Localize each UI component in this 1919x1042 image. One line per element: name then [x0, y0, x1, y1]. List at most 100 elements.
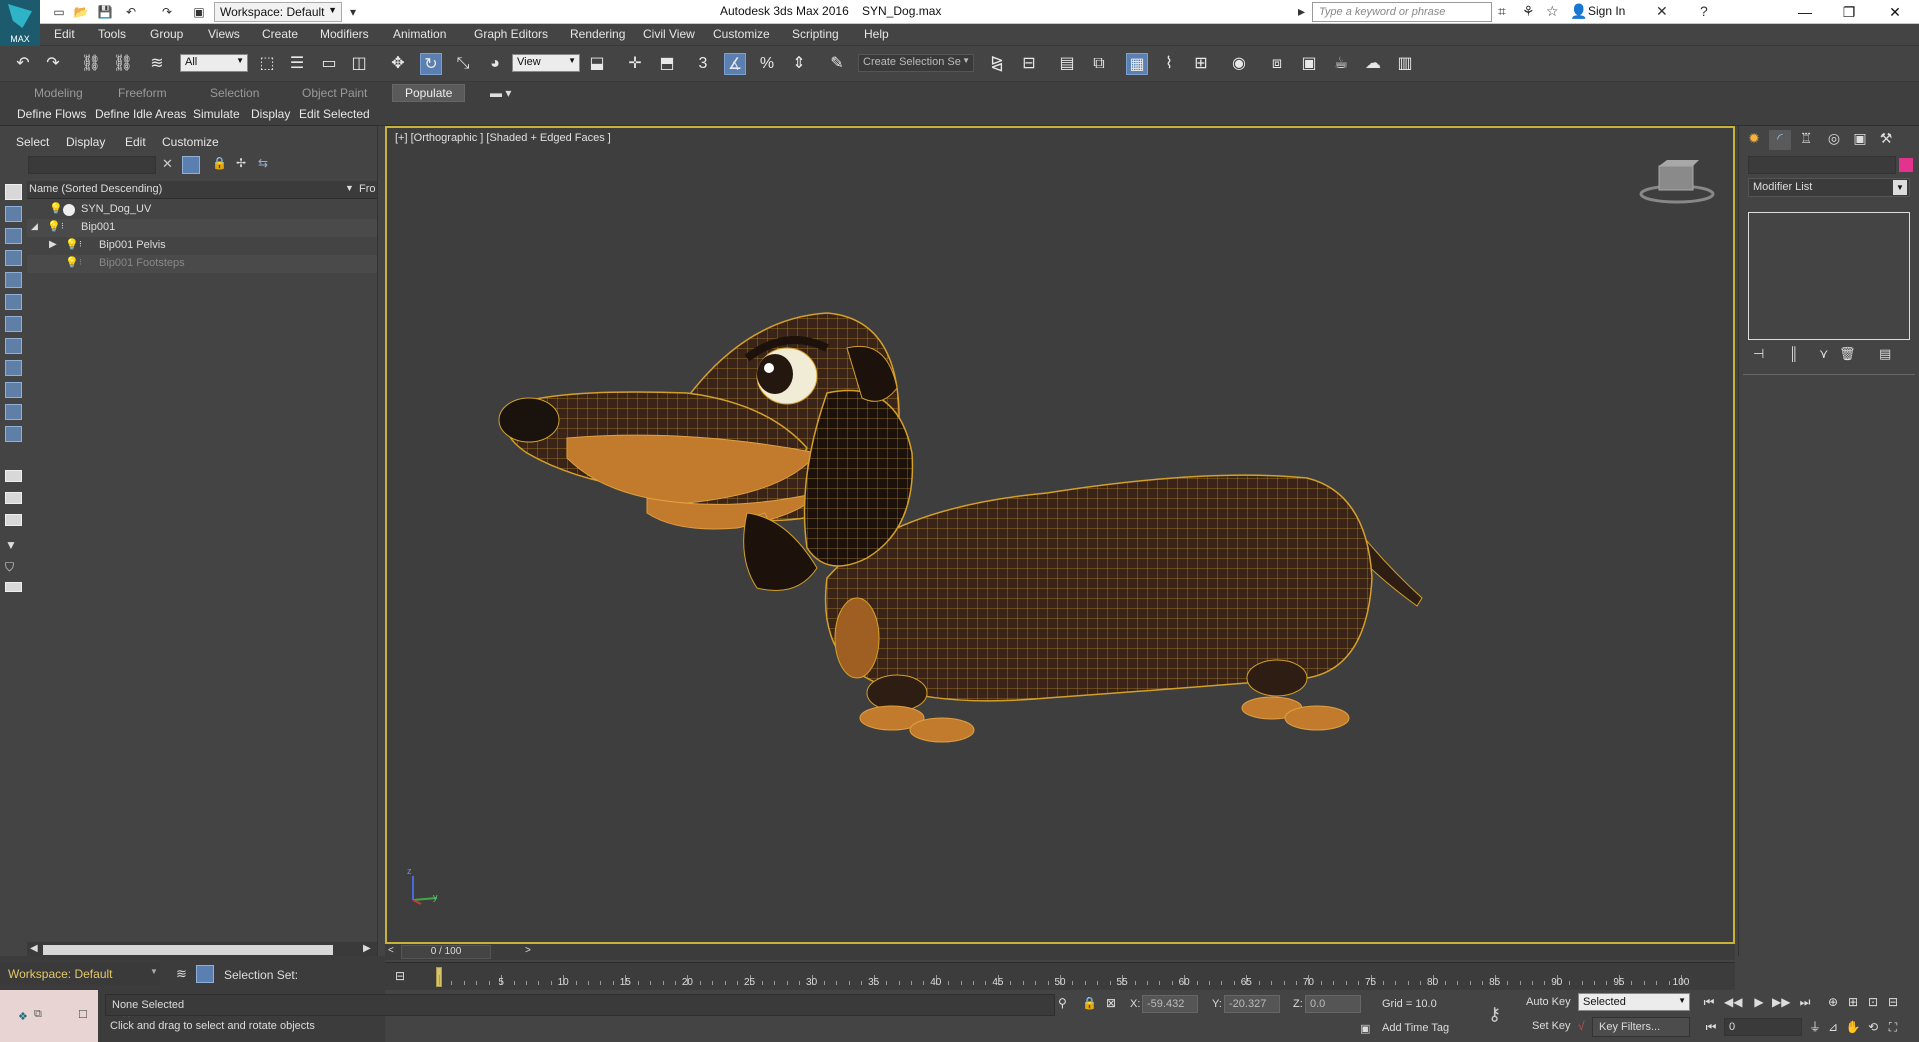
absolute-transform-icon[interactable]: ⊠ [1106, 996, 1116, 1010]
tab-populate[interactable]: Populate [392, 84, 466, 102]
tab-object-paint[interactable]: Object Paint [302, 86, 367, 100]
snaps-toggle-icon[interactable]: 3 [692, 53, 714, 75]
menu-edit[interactable]: Edit [54, 27, 75, 41]
viewport-label-menu[interactable]: [+] [Orthographic ] [Shaded + Edged Face… [395, 132, 611, 144]
app-logo[interactable]: MAX [0, 0, 40, 46]
undo-icon[interactable]: ↶ [12, 53, 34, 75]
explorer-collapse-icon[interactable] [5, 582, 22, 592]
object-color-swatch[interactable] [1899, 158, 1913, 172]
search-expand-icon[interactable]: ▸ [1298, 3, 1305, 20]
define-flows-button[interactable]: Define Flows [14, 106, 89, 122]
modifier-stack[interactable] [1748, 212, 1910, 340]
schematic-view-icon[interactable]: ⊞ [1190, 53, 1212, 75]
help-icon[interactable]: ? [1700, 3, 1708, 19]
explorer-options-icon[interactable]: ⇆ [258, 156, 268, 170]
zoom-extents-all-icon[interactable]: ⊟ [1884, 993, 1902, 1011]
toggle-scene-explorer-icon[interactable]: ▤ [1056, 53, 1078, 75]
tab-freeform[interactable]: Freeform [118, 86, 167, 100]
explorer-menu-edit[interactable]: Edit [125, 135, 146, 149]
sign-in-link[interactable]: Sign In [1588, 4, 1625, 18]
visibility-bulb-icon[interactable]: 💡 [49, 202, 63, 215]
display-helpers-icon[interactable] [5, 272, 22, 288]
explorer-menu-customize[interactable]: Customize [162, 135, 219, 149]
modify-tab-icon[interactable]: ◜ [1769, 130, 1791, 150]
quick-access-menu-icon[interactable]: ▾ [344, 3, 362, 21]
move-icon[interactable]: ✥ [387, 53, 409, 75]
y-coordinate-field[interactable]: -20.327 [1224, 995, 1280, 1013]
pan-view-icon[interactable]: ✋ [1844, 1018, 1862, 1036]
selection-lock-icon[interactable]: 🔒 [1082, 996, 1097, 1010]
pin-stack-icon[interactable]: ⊣ [1753, 346, 1764, 362]
restore-button[interactable]: ❐ [1826, 0, 1872, 24]
expand-arrow-icon[interactable]: ◢ [31, 221, 38, 232]
explorer-menu-display[interactable]: Display [66, 135, 105, 149]
rectangular-selection-icon[interactable]: ▭ [318, 53, 340, 75]
percent-snap-icon[interactable]: % [756, 53, 778, 75]
selection-filter-dropdown[interactable]: All ▼ [180, 54, 248, 72]
workspace-selector[interactable]: Workspace: Default ▼ [0, 963, 160, 985]
render-in-cloud-icon[interactable]: ☁ [1362, 53, 1384, 75]
display-tab-icon[interactable]: ▣ [1849, 130, 1871, 150]
expand-arrow-icon[interactable]: ▶ [49, 239, 57, 250]
menu-create[interactable]: Create [262, 27, 298, 41]
key-mode-toggle-icon[interactable]: ⏮ [1702, 1018, 1720, 1036]
time-slider-prev-icon[interactable]: < [388, 945, 394, 956]
lock-icon[interactable]: 🔒 [212, 156, 227, 170]
keyboard-shortcut-override-icon[interactable]: ⬒ [656, 53, 678, 75]
favorites-star-icon[interactable]: ☆ [1546, 3, 1559, 20]
exchange-apps-icon[interactable]: ✕ [1656, 3, 1668, 20]
rendered-frame-window-icon[interactable]: ▣ [1298, 53, 1320, 75]
zoom-extents-icon[interactable]: ⊡ [1864, 993, 1882, 1011]
workspace-dropdown[interactable]: Workspace: Default ▼ [214, 2, 342, 22]
pivot-center-icon[interactable]: ⬓ [586, 53, 608, 75]
field-of-view-icon[interactable]: ⊿ [1824, 1018, 1842, 1036]
orthographic-viewport[interactable]: [+] [Orthographic ] [Shaded + Edged Face… [385, 126, 1735, 944]
menu-modifiers[interactable]: Modifiers [320, 27, 369, 41]
rotate-icon[interactable]: ↻ [420, 53, 442, 75]
open-file-icon[interactable]: 📂 [72, 3, 90, 21]
new-file-icon[interactable]: ▭ [50, 3, 68, 21]
menu-civil-view[interactable]: Civil View [643, 27, 695, 41]
time-slider-next-icon[interactable]: > [525, 945, 531, 956]
visibility-bulb-icon[interactable]: 💡 [65, 256, 79, 269]
display-frozen-icon[interactable] [5, 404, 22, 420]
utilities-tab-icon[interactable]: ⚒ [1875, 130, 1897, 150]
toggle-ribbon-icon[interactable]: ▦ [1126, 53, 1148, 75]
sync-selection-icon[interactable]: ✢ [236, 156, 246, 170]
angle-snap-icon[interactable]: ∡ [724, 53, 746, 75]
place-icon[interactable]: ◕ [484, 53, 506, 75]
mirror-icon[interactable]: ⧎ [986, 53, 1008, 75]
curve-editor-icon[interactable]: ⌇ [1158, 53, 1180, 75]
edit-named-selection-icon[interactable]: ✎ [826, 53, 848, 75]
display-all-icon[interactable] [5, 470, 22, 482]
set-key-button[interactable]: Set Key [1532, 1020, 1571, 1032]
key-icon[interactable]: ⚷ [1488, 1004, 1501, 1025]
render-setup-icon[interactable]: ⧈ [1266, 53, 1288, 75]
go-to-start-icon[interactable]: ⏮ [1700, 993, 1718, 1011]
sort-arrow-icon[interactable]: ▼ [345, 183, 354, 193]
menu-group[interactable]: Group [150, 27, 183, 41]
tab-modeling[interactable]: Modeling [34, 86, 83, 100]
display-shapes-icon[interactable] [5, 206, 22, 222]
display-bones-icon[interactable] [5, 360, 22, 376]
display-none-icon[interactable] [5, 492, 22, 504]
z-coordinate-field[interactable]: 0.0 [1305, 995, 1361, 1013]
define-idle-areas-button[interactable]: Define Idle Areas [92, 106, 189, 122]
display-space-warps-icon[interactable] [5, 294, 22, 310]
listener-window-icon[interactable]: ⧉ [34, 1008, 42, 1021]
clear-search-icon[interactable]: ✕ [162, 156, 173, 172]
tree-row-syn-dog-uv[interactable]: 💡 SYN_Dog_UV [27, 201, 377, 219]
undo-icon[interactable]: ↶ [122, 3, 140, 21]
auto-key-button[interactable]: Auto Key [1526, 996, 1571, 1008]
scroll-left-icon[interactable]: ◀ [30, 943, 38, 954]
display-button[interactable]: Display [248, 106, 293, 122]
explorer-search-field[interactable] [28, 156, 156, 174]
modifier-list-dropdown[interactable]: Modifier List ▼ [1748, 178, 1910, 197]
display-containers-icon[interactable] [5, 382, 22, 398]
motion-tab-icon[interactable]: ◎ [1823, 130, 1845, 150]
window-crossing-icon[interactable]: ◫ [348, 53, 370, 75]
isolate-selection-icon[interactable]: ⚲ [1058, 996, 1067, 1010]
time-slider[interactable]: < 0 / 100 > [385, 944, 1735, 960]
tree-row-bip001[interactable]: ◢ 💡 ⁝ Bip001 [27, 219, 377, 237]
tree-row-bip001-footsteps[interactable]: 💡 ⁝ Bip001 Footsteps [27, 255, 377, 273]
